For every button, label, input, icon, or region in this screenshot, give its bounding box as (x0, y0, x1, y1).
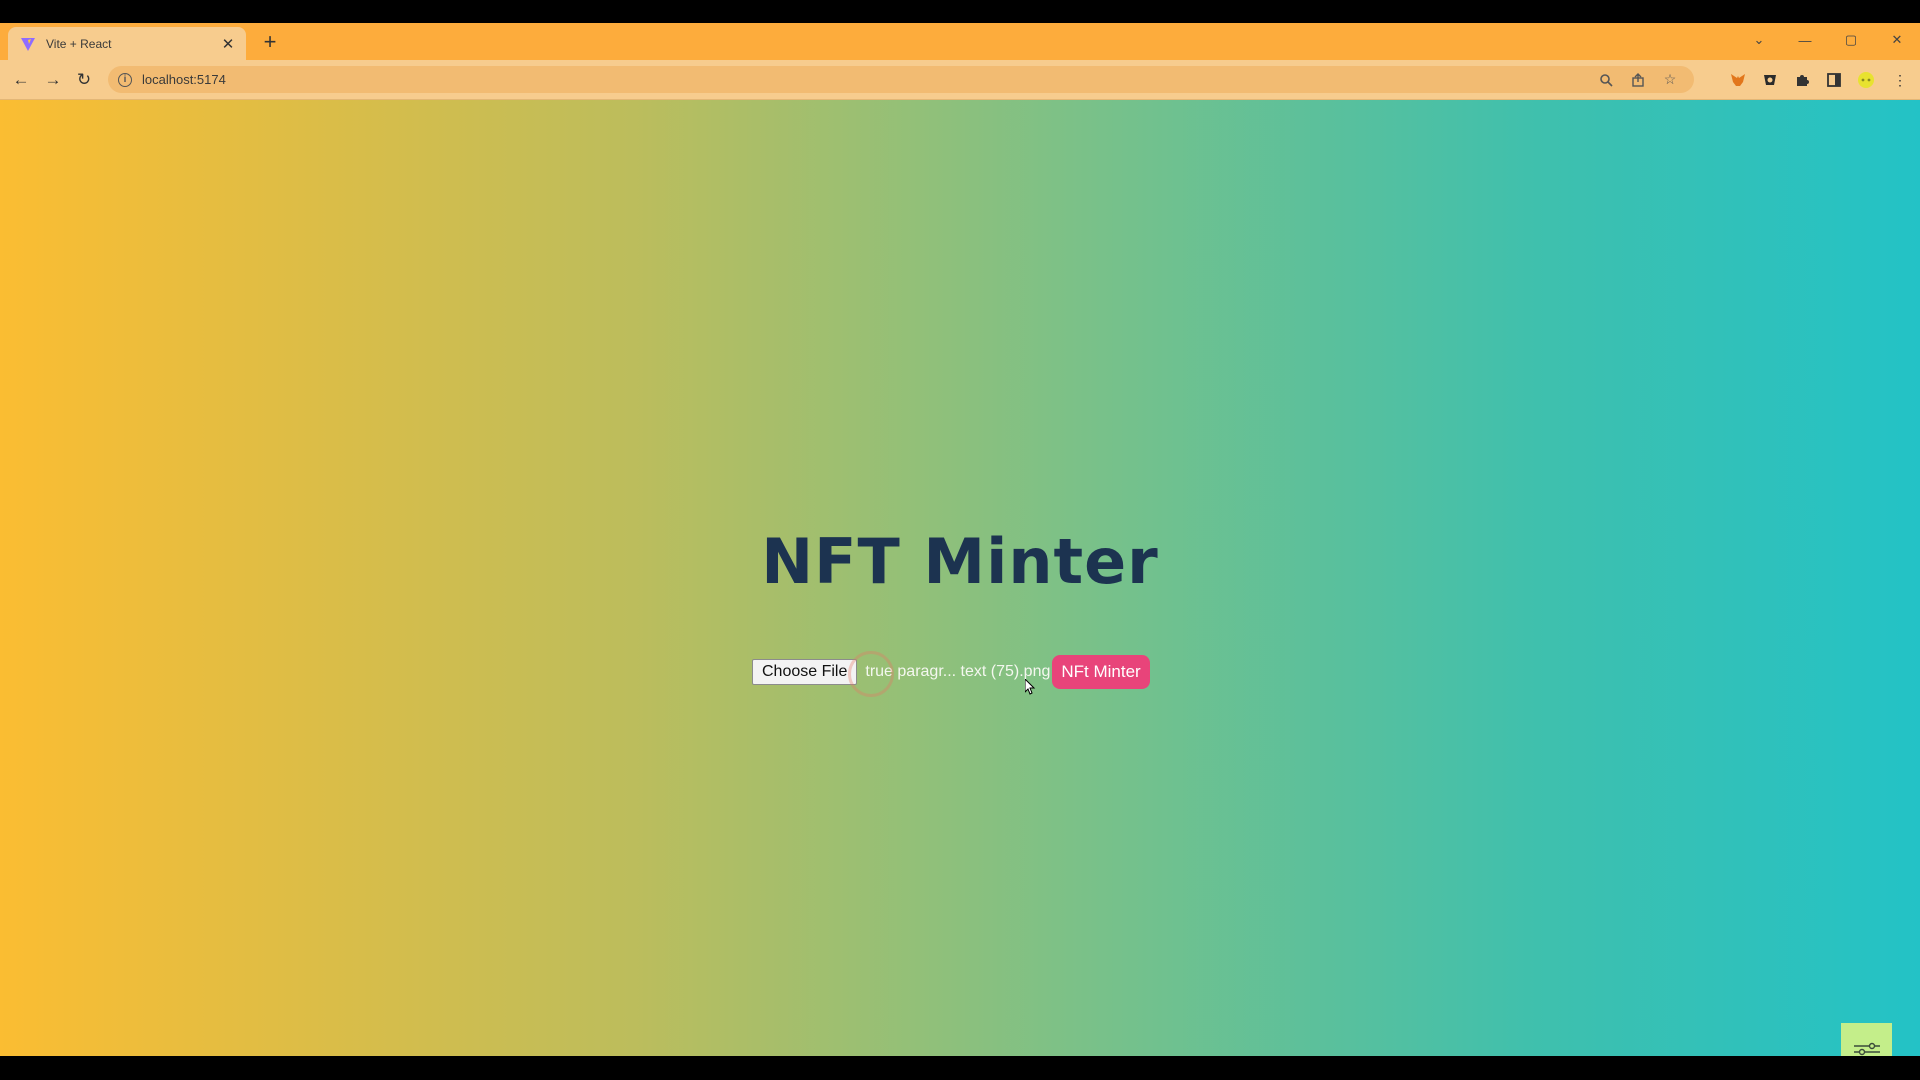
vite-logo-icon (20, 36, 36, 52)
extension-icon[interactable] (1760, 70, 1780, 90)
tab-close-icon[interactable]: ✕ (218, 34, 238, 54)
zoom-icon[interactable] (1596, 70, 1616, 90)
mint-form: Choose File true paragr... text (75).png… (752, 655, 1150, 689)
tab-search-chevron-icon[interactable]: ⌄ (1746, 29, 1772, 51)
metamask-fox-icon[interactable] (1728, 70, 1748, 90)
page-title: NFT Minter (761, 525, 1159, 598)
page-content: NFT Minter Choose File true paragr... te… (0, 100, 1920, 1056)
close-window-button[interactable]: ✕ (1884, 29, 1910, 51)
forward-button[interactable]: → (41, 68, 65, 92)
minimize-button[interactable]: — (1792, 29, 1818, 51)
mouse-cursor-icon (1025, 679, 1036, 695)
site-info-icon[interactable]: i (118, 72, 132, 87)
tab-vite-react[interactable]: Vite + React ✕ (8, 27, 246, 60)
bottom-black-border (0, 1056, 1920, 1080)
choose-file-button[interactable]: Choose File (752, 659, 858, 685)
mint-button[interactable]: NFt Minter (1052, 655, 1150, 689)
url-text[interactable]: localhost:5174 (142, 72, 226, 87)
click-indicator (848, 651, 894, 697)
share-icon[interactable] (1628, 70, 1648, 90)
tab-strip: Vite + React ✕ + ⌄ — ▢ ✕ (0, 23, 1920, 60)
reload-button[interactable]: ↻ (72, 68, 96, 92)
top-black-border (0, 0, 1920, 23)
star-icon[interactable]: ☆ (1660, 70, 1680, 90)
profile-icon[interactable] (1856, 70, 1876, 90)
side-panel-icon[interactable] (1824, 70, 1844, 90)
maximize-button[interactable]: ▢ (1838, 29, 1864, 51)
back-button[interactable]: ← (9, 68, 33, 92)
new-tab-button[interactable]: + (258, 30, 282, 54)
puzzle-icon[interactable] (1792, 70, 1812, 90)
tab-title: Vite + React (46, 36, 112, 51)
browser-window: Vite + React ✕ + ⌄ — ▢ ✕ ← → ↻ i localho… (0, 23, 1920, 1074)
address-bar[interactable]: i localhost:5174 ☆ (108, 66, 1694, 93)
kebab-menu-icon[interactable]: ⋮ (1890, 70, 1910, 90)
browser-toolbar: ← → ↻ i localhost:5174 ☆ ⋮ (0, 60, 1920, 100)
